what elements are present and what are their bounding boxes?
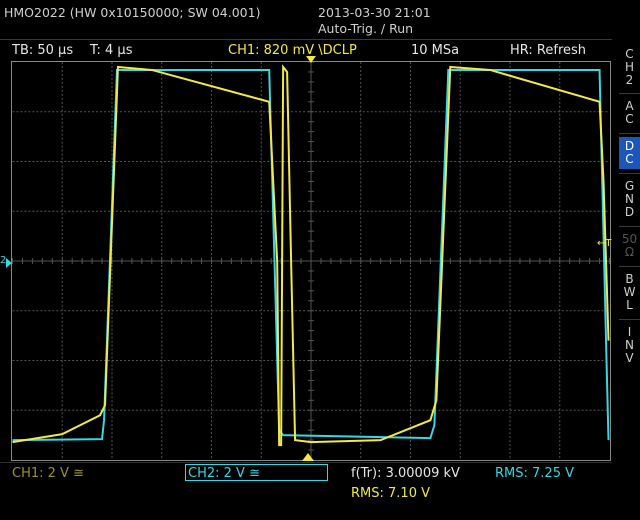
hr-mode-label[interactable]: HR: Refresh <box>510 43 586 58</box>
side-menu-item-bwl[interactable]: BWL <box>619 270 640 315</box>
footer-divider <box>0 462 612 463</box>
trigger-level-label: T <box>605 238 612 249</box>
rms-ch2-measurement: RMS: 7.25 V <box>495 466 574 481</box>
side-menu-separator <box>619 133 640 134</box>
device-info: HMO2022 (HW 0x10150000; SW 04.001) <box>4 5 261 20</box>
side-menu-item-50: 50 Ω <box>621 232 638 259</box>
acquisition-status: Auto-Trig. / Run <box>318 21 414 36</box>
trigger-time-label[interactable]: T: 4 µs <box>90 43 132 58</box>
side-menu-separator <box>619 93 640 94</box>
rms-ch1-measurement: RMS: 7.10 V <box>351 486 430 501</box>
ch2-scale-label[interactable]: CH2: 2 V ≅ <box>188 466 260 481</box>
header-divider <box>0 39 612 40</box>
frequency-measurement: f(Tr): 3.00009 kV <box>351 466 460 481</box>
timebase-label[interactable]: TB: 50 µs <box>12 43 73 58</box>
side-menu-item-ac[interactable]: AC <box>619 97 640 129</box>
side-menu-separator <box>619 173 640 174</box>
side-menu-item-gnd[interactable]: GND <box>619 177 640 222</box>
trigger-position-marker-bottom[interactable] <box>302 453 314 461</box>
datetime: 2013-03-30 21:01 <box>318 5 431 20</box>
side-menu-separator <box>619 226 640 227</box>
ch1-scale-label[interactable]: CH1: 2 V ≅ <box>12 466 84 481</box>
channel-side-menu: C H 2 A C D C G N D 50 Ω B W L I N V <box>619 44 640 464</box>
sample-rate-label: 10 MSa <box>411 43 460 58</box>
graticule <box>12 62 610 460</box>
waveform-display[interactable] <box>11 61 611 461</box>
trigger-level-marker[interactable]: ←T <box>597 236 612 251</box>
channel-indicator: CH2 <box>624 47 635 87</box>
ch2-ground-arrow <box>6 258 12 268</box>
side-menu-separator <box>619 319 640 320</box>
side-menu-item-dc[interactable]: DC <box>619 137 640 169</box>
trigger-position-marker[interactable] <box>306 56 316 63</box>
side-menu-separator <box>619 266 640 267</box>
ch1-trigger-label[interactable]: CH1: 820 mV \DCLP <box>228 43 357 58</box>
side-menu-item-inv[interactable]: INV <box>619 323 640 368</box>
